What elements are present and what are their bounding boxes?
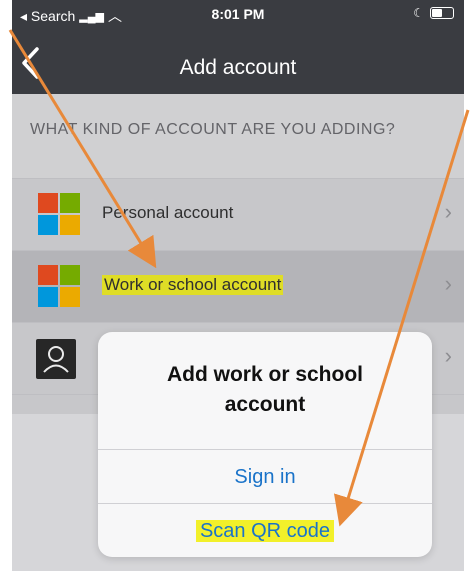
- sign-in-button[interactable]: Sign in: [98, 449, 432, 504]
- scan-qr-code-label: Scan QR code: [195, 520, 335, 542]
- status-time: 8:01 PM: [211, 6, 265, 22]
- dialog-title: Add work or school account: [166, 363, 363, 416]
- status-right: ☾: [413, 6, 454, 20]
- battery-icon: [430, 7, 454, 19]
- nav-bar: Add account: [12, 42, 464, 94]
- scan-qr-code-button[interactable]: Scan QR code: [98, 503, 432, 557]
- phone-screen: ◂ Search ▂▄▆ ︿ 8:01 PM ☾ Add account WHA…: [12, 0, 464, 571]
- page-title: Add account: [179, 56, 297, 79]
- add-work-account-dialog: Add work or school account Sign in Scan …: [98, 332, 432, 557]
- status-bar: ◂ Search ▂▄▆ ︿ 8:01 PM ☾: [12, 0, 464, 42]
- moon-icon: ☾: [413, 6, 424, 20]
- sign-in-label: Sign in: [234, 466, 296, 488]
